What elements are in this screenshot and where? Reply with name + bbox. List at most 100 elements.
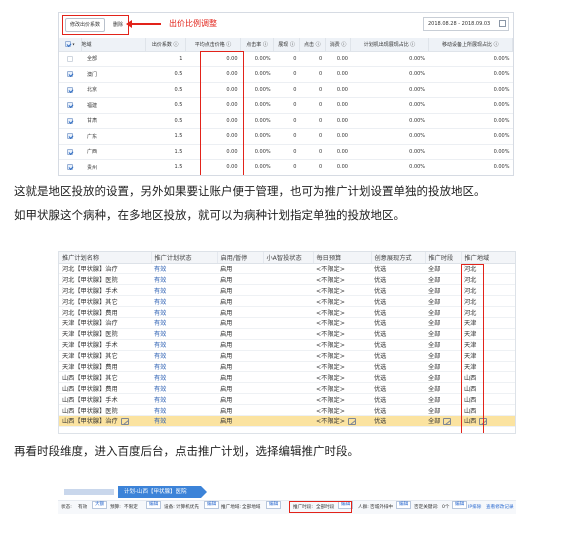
row-checkbox[interactable] — [59, 144, 81, 160]
cell-name[interactable]: 山西【甲状腺】其它 — [59, 371, 151, 384]
cell-name[interactable]: 天津【甲状腺】费用 — [59, 361, 151, 373]
column-header[interactable]: 出价系数 ⓘ — [145, 38, 186, 52]
table-row[interactable]: 北京 0.5 0.00 0.00% 0 0 0.00 0.00% 0.00% — [59, 82, 513, 98]
table-row[interactable]: 全部 1 0.00 0.00% 0 0 0.00 0.00% 0.00% — [59, 51, 513, 67]
table-row[interactable]: 天津【甲状腺】治疗 有效 启用 <不限定> 优选 全部 天津 — [59, 317, 515, 329]
column-header[interactable]: 展现 ⓘ — [273, 38, 300, 52]
cell-name[interactable]: 天津【甲状腺】其它 — [59, 350, 151, 362]
table-row[interactable]: 河北【甲状腺】费用 有效 启用 <不限定> 优选 全部 河北 — [59, 306, 515, 318]
table-row[interactable]: 贵州 1.5 0.00 0.00% 0 0 0.00 0.00% 0.00% — [59, 159, 513, 175]
cell-status[interactable]: 有效 — [151, 273, 217, 286]
breadcrumb-current[interactable]: 计划-山西【甲状腺】医院 — [118, 486, 206, 498]
cell-name[interactable]: 天津【甲状腺】医院 — [59, 328, 151, 340]
row-checkbox[interactable] — [59, 66, 81, 83]
cell-name[interactable]: 山西【甲状腺】手术 — [59, 393, 151, 406]
table-row[interactable]: 山西【甲状腺】费用 有效 启用 <不限定> 优选 全部 山西 — [59, 382, 515, 395]
column-header[interactable]: 推广计划名称 — [59, 252, 152, 264]
cell-text: <不限定> — [316, 298, 345, 306]
column-header[interactable]: 推广地域 — [461, 252, 515, 264]
cell-status[interactable]: 有效 — [151, 350, 217, 362]
cell-name[interactable]: 河北【甲状腺】医院 — [59, 273, 151, 286]
cell-name[interactable]: 河北【甲状腺】其它 — [59, 295, 151, 308]
edit-icon[interactable] — [347, 417, 356, 425]
column-header[interactable]: 计划机出现展现占比 ⓘ — [350, 38, 429, 52]
column-header[interactable]: 地域 — [81, 38, 146, 52]
cell-name[interactable]: 河北【甲状腺】治疗 — [59, 263, 151, 275]
table-row[interactable]: 天津【甲状腺】费用 有效 启用 <不限定> 优选 全部 天津 — [59, 361, 515, 373]
cell-status[interactable]: 有效 — [151, 339, 217, 351]
table-row[interactable]: 山西【甲状腺】手术 有效 启用 <不限定> 优选 全部 山西 — [59, 393, 515, 406]
cell-name[interactable]: 天津【甲状腺】治疗 — [59, 317, 151, 329]
negative-keyword-edit-button[interactable]: 编辑 — [452, 501, 468, 509]
column-header[interactable]: 移动设备上所展现占比 ⓘ — [428, 38, 513, 52]
table-row[interactable]: 福建 0.5 0.00 0.00% 0 0 0.00 0.00% 0.00% — [59, 97, 513, 114]
cell-status[interactable]: 有效 — [151, 328, 217, 340]
table-row[interactable]: 甘肃 0.5 0.00 0.00% 0 0 0.00 0.00% 0.00% — [59, 113, 513, 129]
table-row[interactable]: 广东 1.5 0.00 0.00% 0 0 0.00 0.00% 0.00% — [59, 128, 513, 145]
cell-name[interactable]: 河北【甲状腺】费用 — [59, 306, 151, 318]
table-row[interactable]: 山西【甲状腺】治疗 有效 启用 <不限定> 优选 全部 山西 — [59, 415, 515, 427]
cell-text: 全部 — [428, 320, 441, 328]
cell-name[interactable]: 山西【甲状腺】治疗 — [59, 415, 151, 427]
cell-status[interactable]: 有效 — [151, 415, 217, 427]
cell-status[interactable]: 有效 — [151, 382, 217, 395]
region-edit-button[interactable]: 编辑 — [266, 501, 282, 509]
column-header[interactable]: 推广时段 — [425, 252, 462, 264]
table-row[interactable]: 山西【甲状腺】医院 有效 启用 <不限定> 优选 全部 山西 — [59, 404, 515, 416]
cell-status[interactable]: 有效 — [151, 317, 217, 329]
column-header[interactable]: 推广计划状态 — [151, 252, 218, 264]
cell-status[interactable]: 有效 — [151, 371, 217, 384]
cell-time: 全部 — [425, 273, 461, 286]
device-edit-button[interactable]: 编辑 — [204, 501, 220, 509]
column-header[interactable]: 小A智投状态 — [263, 252, 314, 264]
table-row[interactable]: 天津【甲状腺】手术 有效 启用 <不限定> 优选 全部 天津 — [59, 339, 515, 351]
cell-status[interactable]: 有效 — [151, 361, 217, 373]
column-header[interactable]: 启用/暂停 — [217, 252, 264, 264]
crowd-edit-button[interactable]: 编辑 — [396, 501, 412, 509]
cell-time: 全部 — [425, 284, 461, 297]
cell-status[interactable]: 有效 — [151, 295, 217, 308]
row-checkbox[interactable] — [59, 97, 81, 114]
column-header[interactable]: 点击率 ⓘ — [240, 38, 275, 52]
table-row[interactable]: 澳门 0.5 0.00 0.00% 0 0 0.00 0.00% 0.00% — [59, 66, 513, 83]
table-row[interactable]: 广西 1.5 0.00 0.00% 0 0 0.00 0.00% 0.00% — [59, 144, 513, 160]
date-range-picker[interactable]: 2018.08.28 - 2018.09.03 — [423, 17, 509, 31]
table-row[interactable]: 天津【甲状腺】医院 有效 启用 <不限定> 优选 全部 天津 — [59, 328, 515, 340]
table-row[interactable]: 天津【甲状腺】其它 有效 启用 <不限定> 优选 全部 天津 — [59, 350, 515, 362]
table-row[interactable]: 河北【甲状腺】医院 有效 启用 <不限定> 优选 全部 河北 — [59, 273, 515, 286]
table-row[interactable]: 山西【甲状腺】其它 有效 启用 <不限定> 优选 全部 山西 — [59, 371, 515, 384]
column-header[interactable]: 每日预算 — [313, 252, 372, 264]
cell-status[interactable]: 有效 — [151, 393, 217, 406]
select-all-checkbox[interactable]: ▾ — [59, 38, 82, 52]
cell-name[interactable]: 山西【甲状腺】医院 — [59, 404, 151, 416]
change-log-link[interactable]: 查看修改记录 — [486, 501, 514, 515]
cell-name[interactable]: 天津【甲状腺】手术 — [59, 339, 151, 351]
cell-name[interactable]: 河北【甲状腺】手术 — [59, 284, 151, 297]
table-row[interactable]: 河北【甲状腺】手术 有效 启用 <不限定> 优选 全部 河北 — [59, 284, 515, 297]
row-checkbox[interactable] — [59, 128, 81, 145]
cell-region: 全部 — [81, 51, 145, 67]
column-header[interactable]: 点击 ⓘ — [299, 38, 326, 52]
row-checkbox[interactable] — [59, 82, 81, 98]
cell-budget: <不限定> — [313, 361, 371, 373]
row-checkbox[interactable] — [59, 159, 81, 175]
row-checkbox[interactable] — [59, 113, 81, 129]
row-checkbox[interactable] — [59, 51, 81, 67]
edit-icon[interactable] — [120, 417, 129, 425]
column-header[interactable]: 平均点击价格 ⓘ — [185, 38, 242, 52]
cell-status[interactable]: 有效 — [151, 284, 217, 297]
cell-name[interactable]: 山西【甲状腺】费用 — [59, 382, 151, 395]
table-row[interactable]: 河北【甲状腺】治疗 有效 启用 <不限定> 优选 全部 河北 — [59, 263, 515, 275]
table-row[interactable]: 河北【甲状腺】其它 有效 启用 <不限定> 优选 全部 河北 — [59, 295, 515, 308]
cell-share2: 0.00% — [428, 66, 513, 83]
cell-region: 贵州 — [81, 159, 145, 175]
cell-status[interactable]: 有效 — [151, 306, 217, 318]
status-link[interactable]: 大额 — [92, 501, 108, 509]
budget-edit-button[interactable]: 编辑 — [146, 501, 162, 509]
cell-status[interactable]: 有效 — [151, 263, 217, 275]
cell-status[interactable]: 有效 — [151, 404, 217, 416]
column-header[interactable]: 消费 ⓘ — [325, 38, 352, 52]
column-header[interactable]: 创意展现方式 — [371, 252, 426, 264]
ip-exclude-link[interactable]: IP排除 — [468, 501, 481, 515]
edit-icon[interactable] — [443, 417, 452, 425]
